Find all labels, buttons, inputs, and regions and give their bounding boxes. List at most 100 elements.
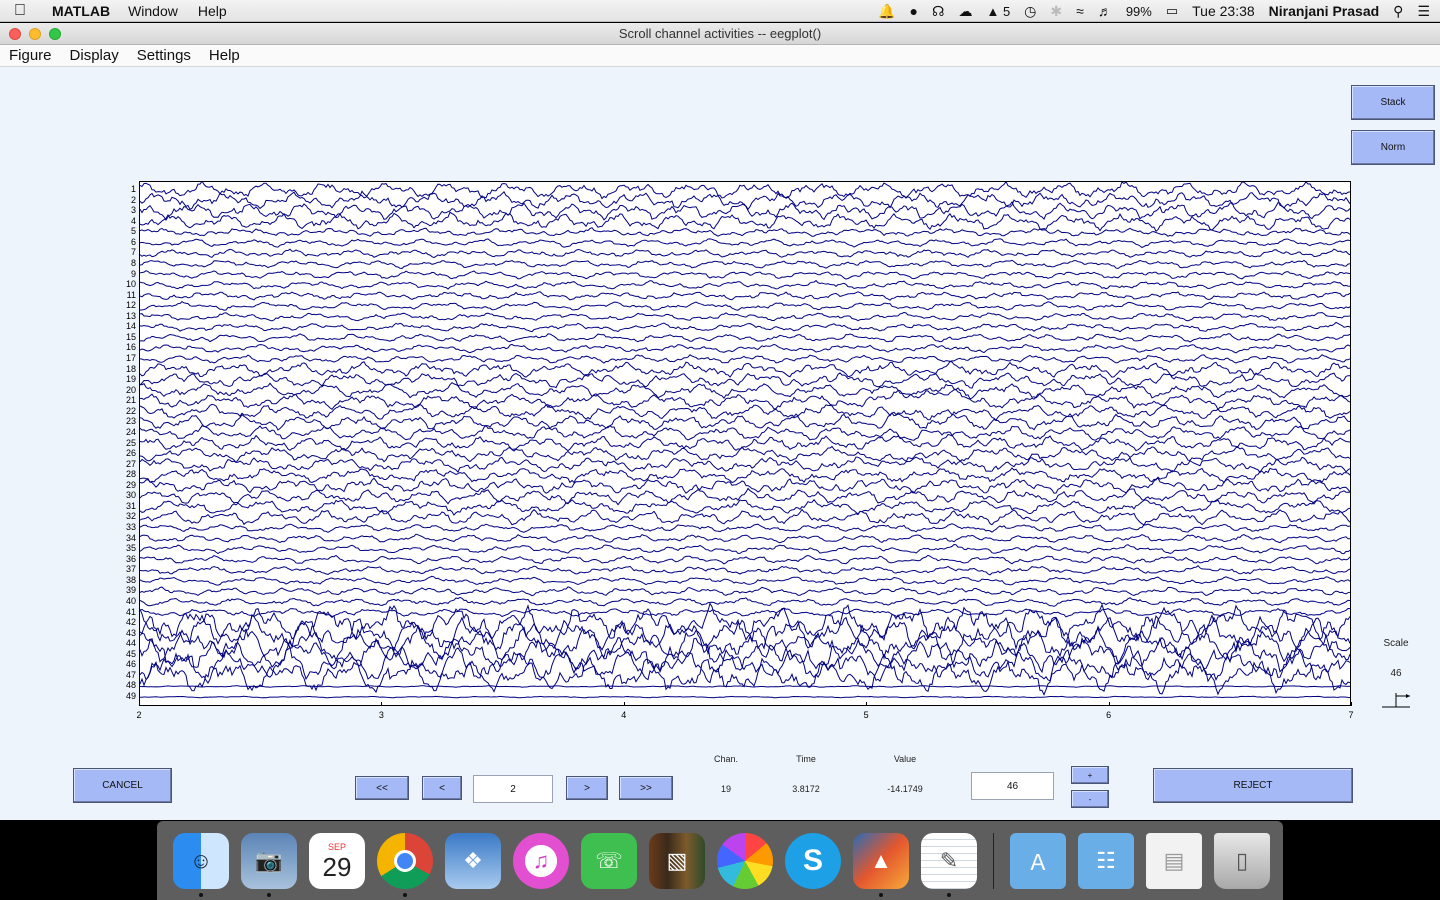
reject-button[interactable]: REJECT xyxy=(1153,768,1353,803)
channel-label: 17 xyxy=(125,353,136,363)
mail-icon[interactable]: ❖ xyxy=(445,832,501,889)
eeg-channel-trace xyxy=(140,429,1350,452)
zoom-window-button[interactable] xyxy=(49,28,61,40)
spacing-plus-button[interactable]: + xyxy=(1071,766,1109,784)
x-tick-mark xyxy=(139,702,140,706)
time-machine-icon[interactable]: ◷ xyxy=(1024,3,1036,20)
eeg-channel-trace xyxy=(140,248,1350,259)
channel-label: 41 xyxy=(125,606,136,617)
eeg-channel-trace xyxy=(140,270,1350,280)
facetime-icon[interactable]: ☏ xyxy=(581,832,637,889)
chrome-icon[interactable] xyxy=(377,832,433,897)
files-icon[interactable]: ▤ xyxy=(1146,832,1202,889)
menu-help[interactable]: Help xyxy=(198,3,227,19)
calendar-icon[interactable]: SEP 29 xyxy=(309,832,365,889)
applications-folder-icon[interactable]: Ａ xyxy=(1010,832,1066,889)
spacing-minus-button[interactable]: - xyxy=(1071,790,1109,808)
channel-label: 48 xyxy=(125,680,136,691)
minimize-window-button[interactable] xyxy=(29,28,41,40)
books-icon[interactable]: ▧ xyxy=(649,832,705,889)
scroll-last-button[interactable]: >> xyxy=(619,776,673,800)
running-indicator xyxy=(267,892,271,897)
eeg-channel-trace xyxy=(140,467,1350,484)
eeg-channel-trace xyxy=(140,533,1350,544)
channel-label: 23 xyxy=(125,416,136,427)
channel-label: 40 xyxy=(125,595,136,606)
menu-help-figure[interactable]: Help xyxy=(209,47,240,64)
notification-icon[interactable]: 🔔 xyxy=(878,3,895,20)
finder-icon[interactable]: ☺ xyxy=(173,832,229,897)
battery-icon: ▭ xyxy=(1165,3,1179,18)
eeg-channel-trace xyxy=(140,227,1350,237)
time-header: Time xyxy=(796,754,816,764)
channel-label: 29 xyxy=(125,479,136,490)
x-tick-label: 3 xyxy=(378,710,384,720)
skype-icon[interactable]: S xyxy=(785,832,841,889)
channel-label: 26 xyxy=(125,448,136,459)
eeg-channel-trace xyxy=(140,409,1350,431)
x-tick-label: 5 xyxy=(863,710,869,720)
scroll-next-button[interactable]: > xyxy=(566,776,608,800)
x-axis: 2 3 4 5 6 7 xyxy=(136,702,1354,726)
cancel-button[interactable]: CANCEL xyxy=(73,768,172,803)
menu-window[interactable]: Window xyxy=(128,3,178,19)
eeg-channel-trace xyxy=(140,695,1350,699)
itunes-icon[interactable]: ♫ xyxy=(513,832,569,889)
channel-label: 25 xyxy=(125,437,136,448)
matlab-icon[interactable]: ▲ xyxy=(853,832,909,897)
x-tick-label: 2 xyxy=(136,710,142,720)
channel-label: 10 xyxy=(125,279,136,290)
channel-label: 49 xyxy=(125,691,136,701)
eeg-channel-trace xyxy=(140,182,1350,200)
x-tick-mark xyxy=(1351,702,1352,706)
eeg-plot-area[interactable] xyxy=(139,181,1351,706)
wifi-icon[interactable]: ≈ xyxy=(1076,3,1084,19)
running-indicator xyxy=(403,892,407,897)
stack-button[interactable]: Stack xyxy=(1351,85,1435,120)
running-indicator xyxy=(947,892,951,897)
time-position-input[interactable]: 2 xyxy=(473,775,553,803)
scroll-prev-button[interactable]: < xyxy=(422,776,462,800)
battery-percent[interactable]: 99% xyxy=(1126,4,1152,19)
trash-icon[interactable]: ▯ xyxy=(1214,832,1270,889)
eeg-channel-trace xyxy=(140,424,1350,448)
preview-icon[interactable]: 📷 xyxy=(241,832,297,897)
menu-settings[interactable]: Settings xyxy=(137,47,191,64)
photos-icon[interactable] xyxy=(717,832,773,889)
notification-center-icon[interactable]: ☰ xyxy=(1417,3,1430,20)
close-window-button[interactable] xyxy=(9,28,21,40)
eegplot-window: Scroll channel activities -- eegplot() F… xyxy=(0,23,1440,820)
channel-labels: 1 2 3 4 5 6 7 8 9 10 11 12 13 14 15 16 17 18 19 20 21 22 23 24 2… xyxy=(100,181,136,706)
bluetooth-icon[interactable]: ✱ xyxy=(1050,3,1062,20)
headphones-icon[interactable]: ☊ xyxy=(932,3,944,20)
channel-label: 32 xyxy=(125,511,136,522)
chat-icon[interactable]: ● xyxy=(910,3,918,19)
adobe-badge[interactable]: ▲ 5 xyxy=(986,4,1010,19)
chan-readout: 19 xyxy=(720,784,731,794)
x-tick-label: 7 xyxy=(1348,710,1354,720)
channel-label: 27 xyxy=(125,458,136,469)
textedit-icon[interactable]: ✎ xyxy=(921,832,977,897)
scroll-first-button[interactable]: << xyxy=(355,776,409,800)
adobe-count: 5 xyxy=(1002,3,1011,19)
x-tick-label: 4 xyxy=(621,710,627,720)
user-name[interactable]: Niranjani Prasad xyxy=(1269,3,1380,19)
eeg-channel-trace xyxy=(140,613,1350,654)
eeg-channel-trace xyxy=(140,445,1350,469)
menu-figure[interactable]: Figure xyxy=(9,47,52,64)
app-menu-matlab[interactable]: MATLAB xyxy=(52,3,110,19)
menu-display[interactable]: Display xyxy=(70,47,119,64)
channel-label: 22 xyxy=(125,405,136,416)
apple-icon[interactable]:  xyxy=(14,2,42,20)
channel-label: 5 xyxy=(130,226,136,237)
spotlight-icon[interactable]: ⚲ xyxy=(1393,3,1403,20)
channel-label: 12 xyxy=(125,300,136,311)
clock[interactable]: Tue 23:38 xyxy=(1192,3,1255,19)
figure-menu-bar: Figure Display Settings Help xyxy=(0,45,1440,67)
creative-cloud-icon[interactable]: ☁ xyxy=(958,3,972,20)
channel-label: 45 xyxy=(125,648,136,659)
documents-folder-icon[interactable]: ☷ xyxy=(1078,832,1134,889)
spacing-input[interactable]: 46 xyxy=(971,772,1054,800)
norm-button[interactable]: Norm xyxy=(1351,130,1435,165)
volume-icon[interactable]: ♬ xyxy=(1098,3,1112,19)
